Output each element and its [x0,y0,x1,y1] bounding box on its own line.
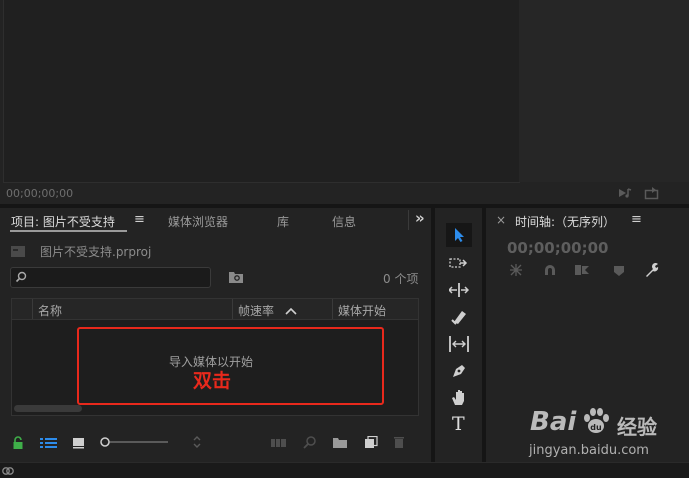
project-file-name: 图片不受支持.prproj [40,245,152,259]
tab-info[interactable]: 信息 [332,213,356,230]
horizontal-scrollbar[interactable] [14,405,82,412]
column-divider [332,299,333,319]
selection-arrow-icon [455,228,464,242]
svg-text:du: du [590,423,602,432]
new-bin-icon[interactable] [332,436,348,449]
timeline-title[interactable]: 时间轴:（无序列） [515,213,615,230]
tab-menu-icon[interactable]: ≡ [134,212,145,227]
track-select-icon[interactable] [449,256,469,270]
export-frame-icon[interactable] [644,186,660,200]
add-marker-icon[interactable] [613,265,625,277]
project-panel: 项目: 图片不受支持 ≡ 媒体浏览器 库 信息 » 图片不受支持.prproj … [0,208,431,462]
tab-media-browser[interactable]: 媒体浏览器 [168,213,228,230]
watermark-brand-left: Bai [530,407,577,437]
find-icon[interactable] [303,436,317,450]
tab-project[interactable]: 项目: 图片不受支持 [11,213,115,230]
tab-library[interactable]: 库 [277,213,289,230]
new-item-icon[interactable] [364,436,378,449]
selection-tool[interactable] [446,223,472,247]
program-monitor-panel: 00;00;00;00 [0,0,689,204]
type-tool[interactable]: T [452,413,465,435]
hand-icon[interactable] [451,389,467,406]
program-monitor-screen[interactable] [3,0,520,183]
pen-icon[interactable] [451,363,467,379]
search-icon [15,271,27,283]
paw-logo-icon: du [584,408,609,433]
icon-view-icon[interactable] [72,437,86,449]
watermark-url: jingyan.baidu.com [529,443,649,458]
baidu-watermark: Bai du 经验 jingyan.baidu.com [525,402,689,462]
column-name[interactable]: 名称 [38,302,62,319]
tab-separator [408,210,409,230]
nest-icon[interactable] [509,264,523,276]
sort-ascending-icon[interactable] [285,307,297,315]
column-divider [32,299,33,319]
timeline-menu-icon[interactable]: ≡ [631,212,642,227]
watermark-brand-right: 经验 [617,415,657,439]
column-divider [232,299,233,319]
tools-panel: T [435,208,482,462]
project-file-icon [11,246,25,257]
search-input[interactable] [10,267,211,288]
snap-icon[interactable] [543,264,557,276]
timeline-close-icon[interactable]: × [496,213,506,227]
sort-order-icon[interactable] [192,435,202,449]
column-frame-rate[interactable]: 帧速率 [238,302,274,319]
creative-cloud-icon[interactable] [2,466,14,476]
automate-to-sequence-icon[interactable] [271,437,287,449]
tab-project-underline [10,230,127,232]
annotation-text: 双击 [193,370,232,392]
monitor-right-area [519,0,689,182]
zoom-slider[interactable] [100,436,170,448]
ripple-edit-icon[interactable] [449,283,469,297]
export-audio-icon[interactable] [617,186,633,200]
item-count: 0 个项 [383,272,419,286]
list-view-icon[interactable] [40,437,58,449]
lock-icon[interactable] [12,436,24,450]
program-timecode[interactable]: 00;00;00;00 [6,187,73,200]
find-bin-icon[interactable] [228,270,244,284]
slip-icon[interactable] [449,336,469,352]
timeline-timecode[interactable]: 00;00;00;00 [507,239,609,257]
column-media-start[interactable]: 媒体开始 [338,302,386,319]
clear-trash-icon[interactable] [393,435,405,449]
panel-overflow-icon[interactable]: » [415,209,425,227]
status-bar [0,462,689,478]
razor-icon[interactable] [451,309,467,325]
linked-selection-icon[interactable] [574,264,590,276]
wrench-icon[interactable] [644,263,660,277]
